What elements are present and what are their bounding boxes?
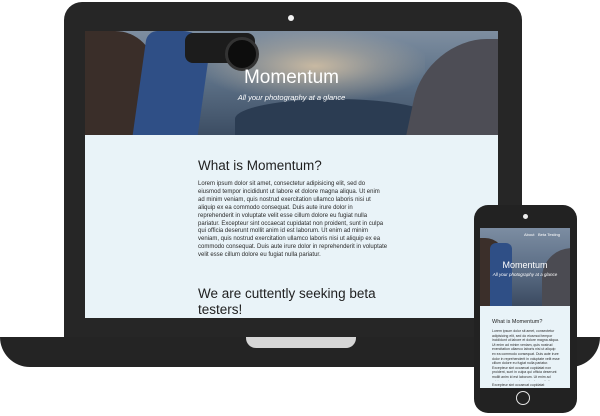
site-tagline: All your photography at a glance bbox=[237, 93, 346, 102]
laptop-webcam bbox=[288, 15, 294, 21]
nav-link-about[interactable]: About bbox=[524, 232, 534, 237]
phone-screen: About Beta Testing Momentum All your pho… bbox=[480, 228, 570, 388]
intro-paragraph: Lorem ipsum dolor sit amet, consectetur … bbox=[198, 181, 388, 259]
laptop-screen: Momentum All your photography at a glanc… bbox=[85, 31, 498, 318]
mobile-section-heading: What is Momentum? bbox=[492, 319, 543, 325]
mobile-site-tagline: All your photography at a glance bbox=[492, 272, 558, 277]
phone-speaker bbox=[523, 214, 528, 219]
section-heading: What is Momentum? bbox=[198, 158, 322, 173]
mobile-intro-paragraph: Lorem ipsum dolor sit amet, consectetur … bbox=[492, 329, 560, 381]
mobile-site-title: Momentum bbox=[502, 260, 548, 270]
beta-heading: We are cuttently seeking beta testers! bbox=[198, 286, 376, 317]
laptop-notch bbox=[246, 337, 356, 348]
mobile-paragraph-continued: Excepteur sint occaecat cupidatat bbox=[492, 383, 545, 387]
site-title: Momentum bbox=[243, 67, 340, 88]
nav-link-beta-testing[interactable]: Beta Testing bbox=[538, 232, 560, 237]
phone-home-button[interactable] bbox=[516, 391, 530, 405]
